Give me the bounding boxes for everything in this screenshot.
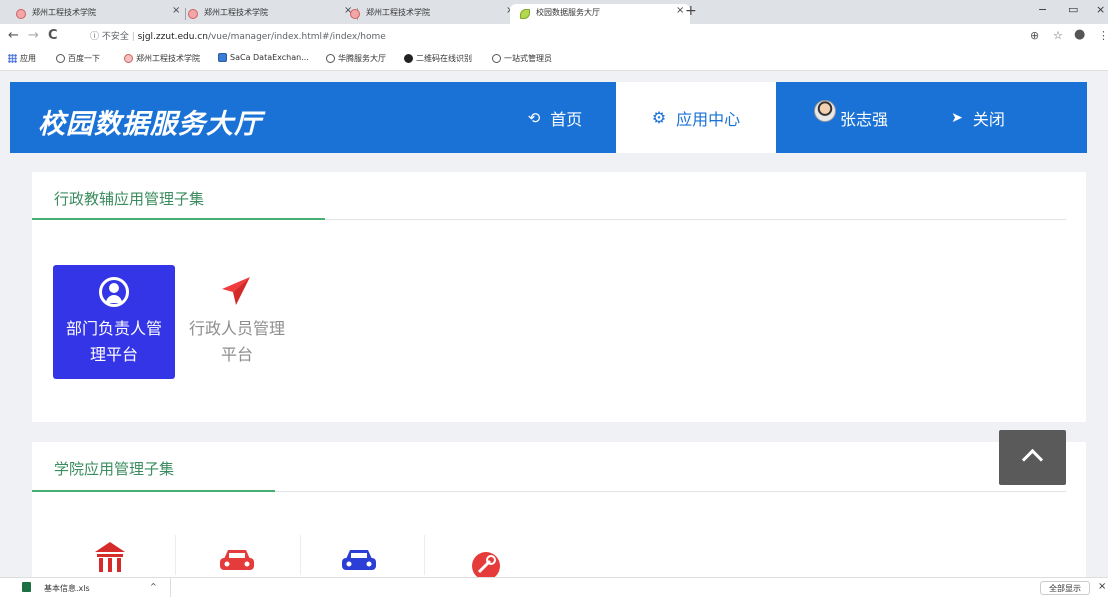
globe-icon [492,54,501,63]
bank-icon[interactable] [93,540,127,577]
globe-icon [326,54,335,63]
bookmark-item[interactable]: 郑州工程技术学院 [124,53,200,64]
section-divider-accent [32,490,275,492]
bookmark-label: 郑州工程技术学院 [136,54,200,63]
bookmark-item[interactable]: 华腾服务大厅 [326,53,386,64]
app-card-admin-staff-platform[interactable]: 行政人员管理 平台 [176,265,298,379]
excel-file-icon [22,582,31,592]
url-field[interactable]: ⓘ 不安全 | sjgl.zzut.edu.cn/vue/manager/ind… [90,29,386,42]
school-favicon-icon [350,9,360,19]
saca-icon [218,53,227,62]
globe-icon [56,54,65,63]
tab-title: 郑州工程技术学院 [32,8,96,17]
sign-out-icon: ➤ [951,109,963,126]
bookmark-item[interactable]: 百度一下 [56,53,100,64]
app-label: 部门负责人管 理平台 [53,316,175,368]
divider [424,535,425,575]
bookmark-label: 二维码在线识别 [416,54,472,63]
minimize-button[interactable]: − [1038,3,1047,16]
bookmark-label: 华腾服务大厅 [338,54,386,63]
tools-icon[interactable] [470,550,502,578]
nav-close[interactable]: ➤ 关闭 [938,82,1018,153]
maximize-button[interactable]: ▭ [1068,3,1078,16]
download-options-chevron[interactable]: ^ [150,582,157,591]
user-name: 张志强 [839,109,888,129]
user-circle-icon [99,277,129,307]
leaf-favicon-icon [520,9,530,19]
divider [170,578,171,597]
back-button[interactable]: ← [8,28,19,43]
nav-app-center-label: 应用中心 [676,109,741,129]
new-tab-button[interactable]: + [685,3,697,19]
paper-plane-icon [222,277,250,305]
nav-home[interactable]: ⟲ 首页 [500,82,610,153]
app-label-line: 部门负责人管 [65,319,162,338]
profile-icon[interactable]: ● [1074,27,1085,42]
nav-user[interactable]: 张志强 [796,82,906,153]
forward-button[interactable]: → [28,28,39,43]
school-favicon-icon [16,9,26,19]
bookmark-item[interactable]: 一站式管理员 [492,53,552,64]
section-divider-accent [32,218,325,220]
divider [175,535,176,575]
tab-close-icon[interactable]: × [676,5,684,16]
bookmarks-bar: 应用 百度一下 郑州工程技术学院 SaCa DataExchan... 华腾服务… [0,48,1108,71]
qr-icon [404,54,413,63]
bookmark-item[interactable]: 应用 [8,53,36,64]
app-card-dept-head-platform[interactable]: 部门负责人管 理平台 [53,265,175,379]
school-icon [124,54,133,63]
tab-title: 郑州工程技术学院 [204,8,268,17]
home-icon: ⟲ [527,108,541,127]
security-indicator[interactable]: ⓘ 不安全 [90,32,129,42]
site-logo[interactable]: 校园数据服务大厅 [38,102,262,141]
reload-button[interactable]: C [48,28,58,43]
bookmark-label: 一站式管理员 [504,54,552,63]
bookmark-star-icon[interactable]: ☆ [1053,29,1063,42]
car-icon[interactable] [218,547,256,577]
nav-app-center[interactable]: ⚙ 应用中心 [616,82,776,153]
tab-title: 郑州工程技术学院 [366,8,430,17]
avatar [813,99,836,122]
address-bar-row: ← → C ⓘ 不安全 | sjgl.zzut.edu.cn/vue/manag… [0,24,1108,48]
browser-tab-bar: 郑州工程技术学院 × 郑州工程技术学院 × 郑州工程技术学院 × 校园数据服务大… [0,0,1108,24]
car-icon[interactable] [340,547,378,577]
school-favicon-icon [188,9,198,19]
section-college-apps: 学院应用管理子集 [32,442,1086,577]
app-label-line: 平台 [220,345,253,364]
app-label-line: 理平台 [89,345,138,364]
app-label-line: 行政人员管理 [188,319,285,338]
browser-tab[interactable]: 郑州工程技术学院 × [178,4,358,24]
browser-tab-active[interactable]: 校园数据服务大厅 × [510,4,690,24]
zoom-icon[interactable]: ⊕ [1030,29,1039,42]
download-file-name[interactable]: 基本信息.xls [44,583,90,594]
app-label: 行政人员管理 平台 [176,316,298,368]
section-title: 学院应用管理子集 [54,460,175,478]
divider [300,535,301,575]
bookmark-item[interactable]: 二维码在线识别 [404,53,472,64]
bookmark-label: 应用 [20,54,36,63]
url-host: sjgl.zzut.edu.cn [137,32,208,42]
bookmark-item[interactable]: SaCa DataExchan... [218,53,309,62]
download-bar: 基本信息.xls ^ 全部显示 × [0,577,1108,597]
tab-title: 校园数据服务大厅 [536,8,600,17]
menu-icon[interactable]: ⋮ [1098,29,1108,42]
show-all-button[interactable]: 全部显示 [1040,581,1090,595]
window-close-button[interactable]: × [1096,3,1105,16]
app-header: 校园数据服务大厅 ⟲ 首页 ⚙ 应用中心 张志强 ➤ 关闭 [10,82,1087,153]
bookmark-label: 百度一下 [68,54,100,63]
apps-grid-icon [8,54,17,63]
nav-home-label: 首页 [550,109,583,129]
url-path: /vue/manager/index.html#/index/home [207,32,386,42]
browser-tab[interactable]: 郑州工程技术学院 × [340,4,520,24]
browser-tab[interactable]: 郑州工程技术学院 × [6,4,186,24]
gear-icon: ⚙ [651,108,667,127]
back-to-top-button[interactable] [999,430,1066,485]
download-bar-close-icon[interactable]: × [1098,581,1106,592]
nav-close-label: 关闭 [972,109,1005,129]
section-title: 行政教辅应用管理子集 [54,190,205,208]
bookmark-label: SaCa DataExchan... [230,53,309,62]
